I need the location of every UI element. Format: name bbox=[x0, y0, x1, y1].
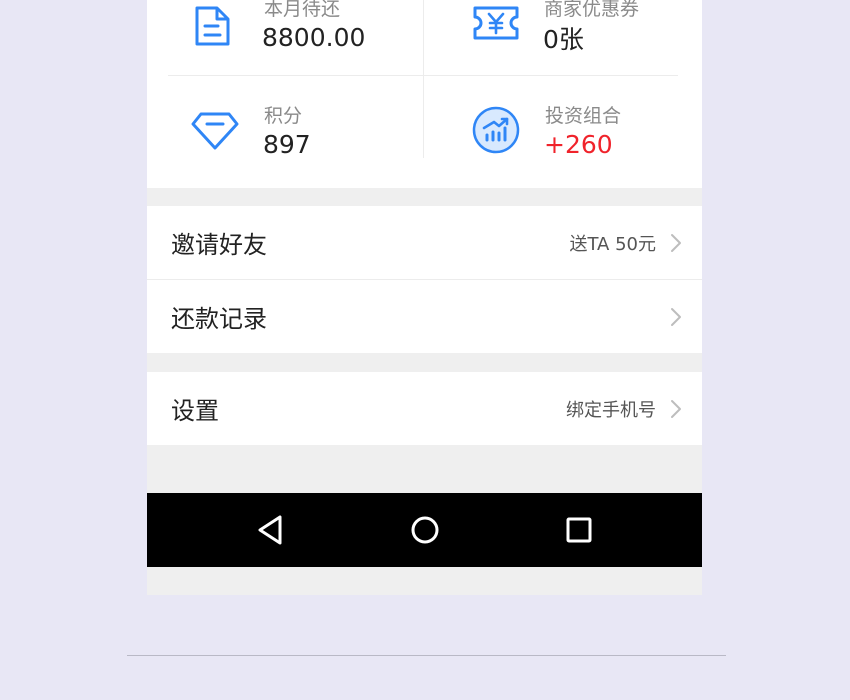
stats-panel: 本月待还 8800.00 商家优惠券 0张 积分 897 投资组合 +260 bbox=[147, 0, 702, 188]
menu-title: 还款记录 bbox=[171, 305, 267, 333]
document-icon bbox=[195, 6, 230, 46]
growth-chart-icon bbox=[472, 106, 520, 154]
stat-value: 8800.00 bbox=[262, 23, 366, 52]
stat-label: 本月待还 bbox=[264, 0, 341, 20]
menu-extra: 送TA 50元 bbox=[569, 233, 656, 255]
chevron-right-icon bbox=[671, 400, 681, 418]
stat-value: +260 bbox=[544, 130, 613, 159]
stat-value: 897 bbox=[263, 130, 311, 159]
menu-extra: 绑定手机号 bbox=[566, 399, 656, 421]
diamond-icon bbox=[191, 112, 239, 150]
menu-row-invite-friends[interactable]: 邀请好友 送TA 50元 bbox=[147, 206, 702, 279]
recents-icon[interactable] bbox=[559, 510, 599, 550]
menu-title: 邀请好友 bbox=[171, 231, 267, 259]
stat-label: 积分 bbox=[264, 105, 303, 127]
stat-value: 0张 bbox=[543, 25, 584, 54]
chevron-right-icon bbox=[671, 234, 681, 252]
menu-row-settings[interactable]: 设置 绑定手机号 bbox=[147, 372, 702, 445]
back-icon[interactable] bbox=[251, 510, 291, 550]
page-divider bbox=[127, 655, 726, 656]
menu-title: 设置 bbox=[171, 397, 219, 425]
menu-group-settings: 设置 绑定手机号 bbox=[147, 372, 702, 445]
home-icon[interactable] bbox=[405, 510, 445, 550]
yuan-ticket-icon bbox=[473, 6, 519, 40]
phone-screen: 本月待还 8800.00 商家优惠券 0张 积分 897 投资组合 +260 邀… bbox=[147, 0, 702, 595]
stat-coupons[interactable]: 商家优惠券 0张 bbox=[424, 0, 701, 75]
stat-label: 投资组合 bbox=[545, 105, 622, 127]
stat-label: 商家优惠券 bbox=[544, 0, 640, 20]
menu-group-main: 邀请好友 送TA 50元 还款记录 bbox=[147, 206, 702, 353]
chevron-right-icon bbox=[671, 308, 681, 326]
stat-portfolio[interactable]: 投资组合 +260 bbox=[424, 76, 701, 159]
android-navigation-bar bbox=[147, 493, 702, 567]
menu-row-repayment-records[interactable]: 还款记录 bbox=[147, 279, 702, 353]
stat-points[interactable]: 积分 897 bbox=[147, 76, 424, 159]
stat-monthly-due[interactable]: 本月待还 8800.00 bbox=[147, 0, 424, 75]
